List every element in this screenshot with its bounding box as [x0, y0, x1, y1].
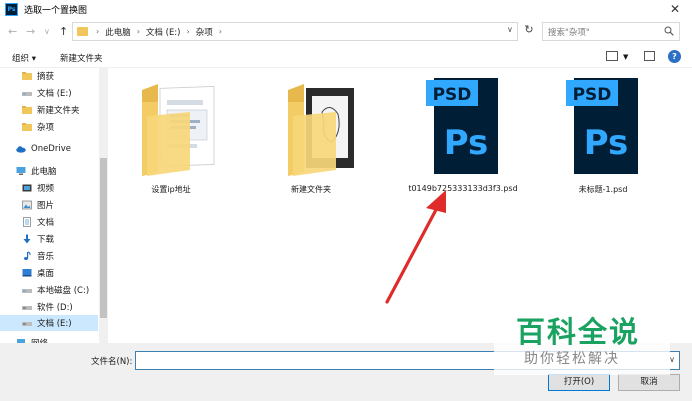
search-icon [664, 26, 674, 36]
psd-file-icon: PSD Ps [566, 78, 638, 174]
close-icon[interactable]: ✕ [668, 2, 682, 16]
sidebar-item-new-folder[interactable]: 新建文件夹 [0, 102, 98, 118]
view-dropdown-icon[interactable]: ▼ [623, 53, 628, 61]
address-field[interactable]: › 此电脑 › 文档 (E:) › 杂项 › [72, 22, 518, 41]
drive-icon [22, 322, 32, 326]
organize-menu[interactable]: 组织 ▾ [12, 52, 36, 64]
file-item-psd[interactable]: PSD Ps 未标题-1.psd [544, 72, 662, 200]
sidebar-item-documents[interactable]: 文档 [0, 214, 98, 230]
file-item-folder[interactable]: 设置ip地址 [112, 72, 230, 200]
sidebar-item-documents-e-selected[interactable]: 文档 (E:) [0, 315, 98, 331]
sidebar-item-software-d[interactable]: 软件 (D:) [0, 299, 98, 315]
folder-icon [142, 84, 215, 176]
open-button[interactable]: 打开(O) [548, 374, 610, 391]
video-icon [22, 184, 32, 192]
breadcrumb-item[interactable]: 杂项 [196, 26, 213, 38]
file-item-psd[interactable]: PSD Ps t0149b725333133d3f3.psd [404, 72, 522, 200]
sidebar-item-local-disk-c[interactable]: 本地磁盘 (C:) [0, 282, 98, 298]
file-name: t0149b725333133d3f3.psd [408, 184, 518, 193]
filename-label: 文件名(N): [91, 357, 133, 367]
sidebar-item-documents-e[interactable]: 文档 (E:) [0, 85, 98, 101]
sidebar-item-label: OneDrive [31, 144, 71, 154]
sidebar-item-onedrive[interactable]: OneDrive [0, 141, 98, 157]
sidebar-item-desktop[interactable]: 桌面 [0, 265, 98, 281]
sidebar-item-label: 图片 [37, 201, 55, 211]
sidebar-item-label: 视频 [37, 184, 55, 194]
folder-icon [22, 106, 32, 114]
refresh-icon[interactable]: ↻ [522, 23, 536, 41]
sidebar-item-label: 音乐 [37, 252, 55, 262]
sidebar-item-label: 杂项 [37, 123, 55, 133]
sidebar-item-videos[interactable]: 视频 [0, 180, 98, 196]
sidebar-item-label: 桌面 [37, 269, 55, 279]
cancel-button[interactable]: 取消 [618, 374, 680, 391]
download-icon [23, 234, 31, 244]
file-name: 设置ip地址 [151, 185, 191, 194]
folder-icon [77, 27, 88, 36]
help-icon[interactable]: ? [668, 50, 681, 63]
search-placeholder: 搜索"杂项" [548, 27, 590, 38]
back-arrow-icon[interactable]: ← [8, 25, 17, 38]
sidebar-item-label: 下载 [37, 235, 55, 245]
ps-logo-text: Ps [584, 123, 629, 163]
drive-icon [22, 306, 32, 310]
new-folder-button[interactable]: 新建文件夹 [60, 52, 103, 64]
folder-icon [288, 84, 354, 176]
photoshop-app-icon: Ps [5, 2, 18, 16]
sidebar-item-label: 此电脑 [31, 167, 57, 177]
file-name: 新建文件夹 [291, 185, 331, 194]
search-input[interactable]: 搜索"杂项" [542, 22, 680, 41]
sidebar-scrollbar[interactable] [99, 68, 108, 343]
music-icon [24, 251, 31, 260]
folder-icon [22, 72, 32, 80]
recent-dropdown-icon[interactable]: ∨ [44, 27, 50, 36]
view-options-icon[interactable] [606, 51, 618, 61]
sidebar-item-misc[interactable]: 杂项 [0, 119, 98, 135]
window-title: 选取一个置换图 [24, 5, 88, 16]
sidebar-item-label: 摘获 [37, 72, 55, 82]
breadcrumb-item[interactable]: 此电脑 [105, 26, 131, 38]
sidebar-item-this-pc[interactable]: 此电脑 [0, 163, 98, 179]
cloud-icon [16, 146, 26, 153]
sidebar-item-captured[interactable]: 摘获 [0, 68, 98, 84]
folder-icon [22, 123, 32, 131]
title-bar: Ps 选取一个置换图 ✕ [0, 0, 692, 18]
forward-arrow-icon[interactable]: → [26, 25, 35, 38]
navigation-pane: 摘获 文档 (E:) 新建文件夹 杂项 OneDrive 此电脑 视频 图片 文… [0, 68, 108, 343]
address-bar-row: ← → ∨ ↑ › 此电脑 › 文档 (E:) › 杂项 › ∨ ↻ 搜索"杂项… [0, 22, 692, 42]
psd-badge-text: PSD [573, 85, 612, 105]
drive-icon [22, 289, 32, 293]
picture-icon [22, 200, 32, 210]
sidebar-item-label: 文档 (E:) [37, 319, 72, 329]
sidebar-item-label: 文档 [37, 218, 55, 228]
watermark-sub-text: 助你轻松解决 [524, 351, 620, 367]
sidebar-item-label: 文档 (E:) [37, 89, 72, 99]
sidebar-item-label: 本地磁盘 (C:) [37, 286, 90, 296]
sidebar-item-downloads[interactable]: 下载 [0, 231, 98, 247]
preview-pane-icon[interactable] [644, 51, 655, 61]
file-grid: 设置ip地址 新建文件夹 PSD Ps t0149b725333133d3f3.… [112, 72, 682, 342]
file-name: 未标题-1.psd [578, 185, 628, 194]
sidebar-item-label: 软件 (D:) [37, 303, 73, 313]
psd-badge-text: PSD [433, 85, 472, 105]
filename-dropdown-icon[interactable]: ∨ [669, 355, 675, 364]
address-dropdown-icon[interactable]: ∨ [507, 25, 513, 34]
watermark-main-text: 百科全说 [516, 315, 641, 349]
up-arrow-icon[interactable]: ↑ [59, 25, 68, 38]
desktop-icon [22, 269, 32, 277]
watermark: 百科全说 助你轻松解决 [494, 303, 670, 375]
breadcrumb-item[interactable]: 文档 (E:) [146, 26, 181, 38]
document-icon [23, 217, 31, 227]
sidebar-item-label: 新建文件夹 [37, 106, 80, 116]
sidebar-item-network[interactable]: 网络 [0, 335, 98, 343]
scrollbar-thumb[interactable] [100, 158, 107, 318]
drive-icon [22, 92, 32, 96]
ps-logo-text: Ps [444, 123, 489, 163]
command-bar: 组织 ▾ 新建文件夹 ▼ ? [0, 46, 692, 68]
computer-icon [16, 167, 26, 175]
file-item-folder[interactable]: 新建文件夹 [252, 72, 370, 200]
sidebar-item-music[interactable]: 音乐 [0, 248, 98, 264]
psd-file-icon: PSD Ps [426, 78, 498, 174]
sidebar-item-pictures[interactable]: 图片 [0, 197, 98, 213]
